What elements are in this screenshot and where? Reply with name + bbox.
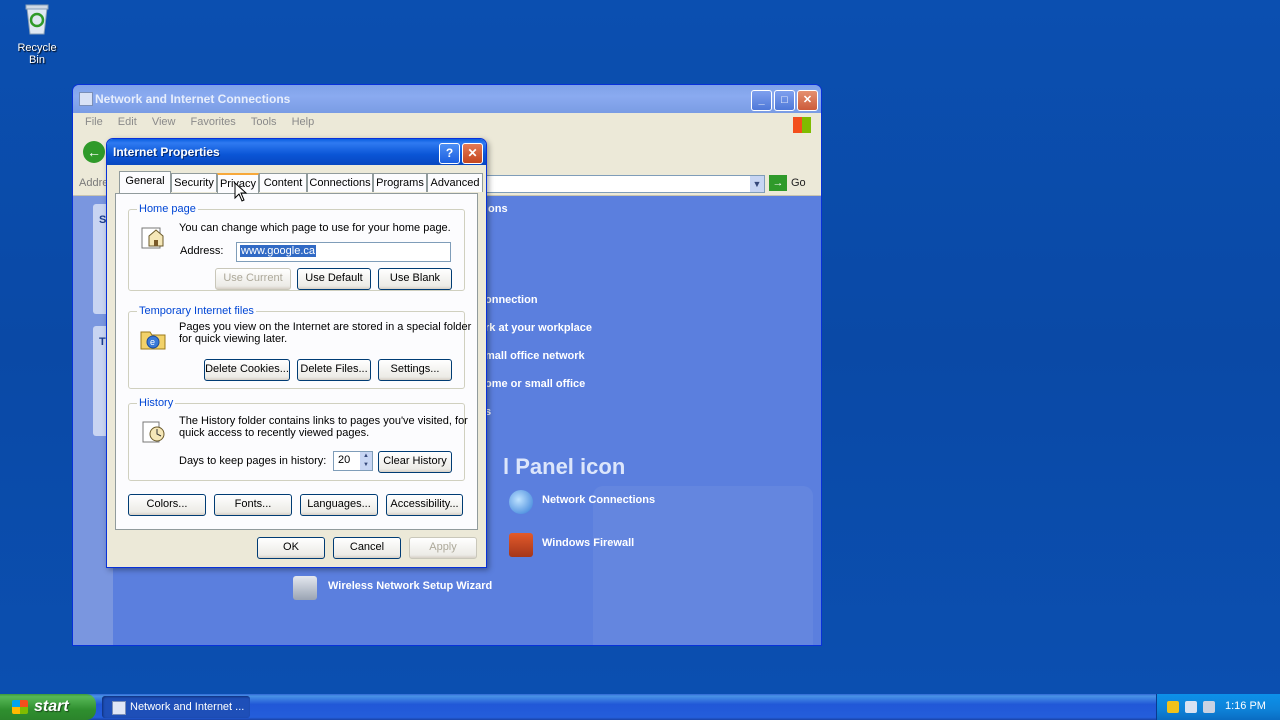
taskbar-window-icon <box>112 701 126 715</box>
menu-edit[interactable]: Edit <box>118 116 137 128</box>
globe-network-icon <box>509 490 533 514</box>
history-description-1: The History folder contains links to pag… <box>179 415 468 427</box>
explorer-titlebar[interactable]: Network and Internet Connections _ □ ✕ <box>73 85 821 113</box>
content-fragment-1[interactable]: ons <box>488 203 508 215</box>
tab-security[interactable]: Security <box>171 173 217 192</box>
recycle-bin-label: Recycle Bin <box>17 42 57 66</box>
taskbar-item-network[interactable]: Network and Internet ... <box>102 696 250 718</box>
history-description-2: quick access to recently viewed pages. <box>179 427 370 439</box>
task-panel-2-letter: T <box>99 336 106 348</box>
temp-files-group: Temporary Internet files e Pages you vie… <box>128 305 471 389</box>
windows-logo-icon <box>793 117 811 133</box>
task-link-connection[interactable]: onnection <box>485 294 538 306</box>
mouse-cursor-icon <box>234 182 248 202</box>
address-label: Address: <box>180 245 224 257</box>
use-blank-button[interactable]: Use Blank <box>378 268 452 290</box>
chevron-down-icon[interactable]: ▼ <box>750 176 764 192</box>
clear-history-button[interactable]: Clear History <box>378 451 452 473</box>
delete-cookies-button[interactable]: Delete Cookies... <box>204 359 290 381</box>
minimize-button[interactable]: _ <box>751 90 772 111</box>
delete-files-button[interactable]: Delete Files... <box>297 359 371 381</box>
explorer-window-icon <box>79 92 93 106</box>
tab-programs[interactable]: Programs <box>373 173 427 192</box>
tab-connections[interactable]: Connections <box>307 173 373 192</box>
home-page-address-input[interactable]: www.google.ca <box>236 242 451 262</box>
network-connections-label: Network Connections <box>542 494 656 506</box>
ok-button[interactable]: OK <box>257 537 325 559</box>
wireless-icon <box>293 576 317 600</box>
tab-general[interactable]: General <box>119 171 171 193</box>
temp-files-description-1: Pages you view on the Internet are store… <box>179 321 472 333</box>
clock[interactable]: 1:16 PM <box>1225 700 1266 712</box>
cancel-button[interactable]: Cancel <box>333 537 401 559</box>
dialog-titlebar[interactable]: Internet Properties <box>107 139 486 165</box>
home-page-group: Home page You can change which page to u… <box>128 203 465 291</box>
windows-firewall-label: Windows Firewall <box>542 537 635 549</box>
history-icon <box>142 421 165 443</box>
days-to-keep-label: Days to keep pages in history: <box>179 455 327 467</box>
task-link-workplace[interactable]: rk at your workplace <box>485 322 592 334</box>
go-arrow-icon[interactable]: → <box>769 175 787 191</box>
spinner-arrows-icon[interactable]: ▲ ▼ <box>360 452 372 470</box>
general-tab-panel: Home page You can change which page to u… <box>115 193 478 530</box>
svg-text:e: e <box>150 337 155 347</box>
menu-view[interactable]: View <box>152 116 176 128</box>
fonts-button[interactable]: Fonts... <box>214 494 292 516</box>
firewall-icon <box>509 533 533 557</box>
back-arrow-icon[interactable]: ← <box>83 141 105 163</box>
dialog-close-button[interactable]: ✕ <box>462 143 483 164</box>
colors-button[interactable]: Colors... <box>128 494 206 516</box>
taskbar-item-label: Network and Internet ... <box>130 701 245 713</box>
dialog-title: Internet Properties <box>113 145 220 159</box>
maximize-button[interactable]: □ <box>774 90 795 111</box>
network-tray-icon[interactable] <box>1185 701 1197 713</box>
internet-properties-dialog: Internet Properties ? ✕ General Security… <box>106 138 487 568</box>
explorer-title: Network and Internet Connections <box>95 92 291 106</box>
task-link-small-office[interactable]: mall office network <box>485 350 585 362</box>
watermark-graphic <box>593 486 813 645</box>
go-button[interactable]: Go <box>791 177 806 189</box>
home-page-description: You can change which page to use for you… <box>179 222 451 234</box>
recycle-bin-shortcut[interactable]: Recycle Bin <box>8 2 66 66</box>
apply-button[interactable]: Apply <box>409 537 477 559</box>
windows-flag-icon <box>12 700 28 714</box>
system-tray: 1:16 PM <box>1156 694 1280 720</box>
recycle-bin-icon <box>25 4 49 35</box>
taskbar: start Network and Internet ... 1:16 PM <box>0 694 1280 720</box>
explorer-menubar: File Edit View Favorites Tools Help <box>73 113 821 133</box>
tab-advanced[interactable]: Advanced <box>427 173 483 192</box>
start-button[interactable]: start <box>0 694 96 720</box>
history-group: History The History folder contains link… <box>128 397 468 481</box>
languages-button[interactable]: Languages... <box>300 494 378 516</box>
home-page-icon <box>141 227 164 249</box>
home-page-address-value: www.google.ca <box>240 245 316 257</box>
use-current-button[interactable]: Use Current <box>215 268 291 290</box>
use-default-button[interactable]: Use Default <box>297 268 371 290</box>
address-field[interactable]: ▼ <box>483 175 765 193</box>
menu-favorites[interactable]: Favorites <box>191 116 236 128</box>
menu-help[interactable]: Help <box>292 116 315 128</box>
security-shield-icon[interactable] <box>1167 701 1179 713</box>
temp-files-description-2: for quick viewing later. <box>179 333 288 345</box>
volume-icon[interactable] <box>1203 701 1215 713</box>
settings-button[interactable]: Settings... <box>378 359 452 381</box>
days-to-keep-value: 20 <box>338 454 351 466</box>
history-group-title: History <box>137 397 176 409</box>
control-panel-icon-heading: l Panel icon <box>503 454 626 479</box>
wireless-wizard-label: Wireless Network Setup Wizard <box>328 580 493 592</box>
menu-tools[interactable]: Tools <box>251 116 277 128</box>
tab-content[interactable]: Content <box>259 173 307 192</box>
address-label: Addre <box>79 177 109 189</box>
explorer-close-button[interactable]: ✕ <box>797 90 818 111</box>
days-to-keep-stepper[interactable]: 20 ▲ ▼ <box>333 451 373 471</box>
ie-folder-icon: e <box>140 331 166 350</box>
start-label: start <box>34 698 69 715</box>
menu-file[interactable]: File <box>85 116 103 128</box>
help-button[interactable]: ? <box>439 143 460 164</box>
home-page-group-title: Home page <box>137 203 198 215</box>
temp-files-group-title: Temporary Internet files <box>137 305 256 317</box>
accessibility-button[interactable]: Accessibility... <box>386 494 463 516</box>
task-link-home-office[interactable]: ome or small office <box>485 378 585 390</box>
